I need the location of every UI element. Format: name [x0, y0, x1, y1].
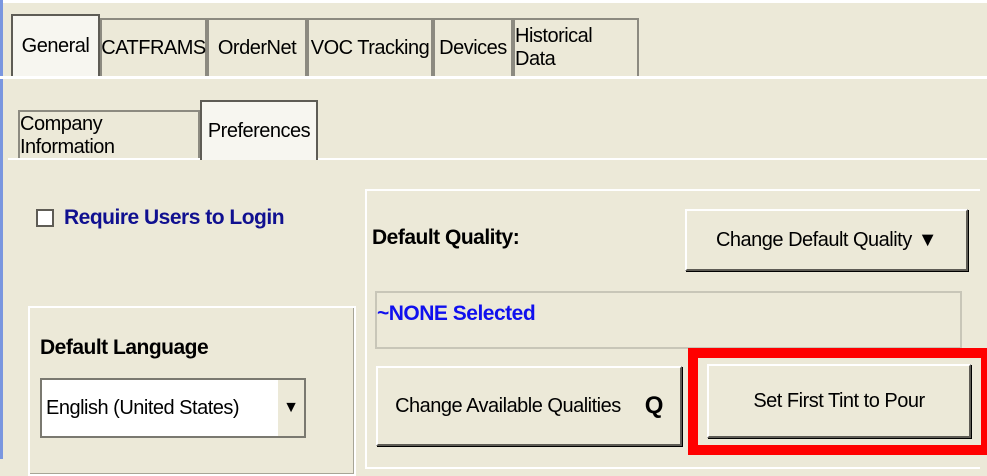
set-first-tint-label: Set First Tint to Pour	[753, 389, 925, 412]
dropdown-arrow-icon[interactable]: ▼	[276, 380, 304, 436]
tab-catframs[interactable]: CATFRAMS	[100, 18, 207, 76]
tab-historical-data[interactable]: Historical Data	[513, 18, 639, 76]
require-login-label[interactable]: Require Users to Login	[64, 206, 285, 230]
default-language-select[interactable]: English (United States) ▼	[40, 378, 306, 438]
window-top-edge	[0, 0, 987, 3]
default-language-label: Default Language	[40, 336, 209, 359]
require-login-row: Require Users to Login	[36, 206, 285, 230]
require-login-checkbox[interactable]	[36, 209, 54, 227]
default-language-value: English (United States)	[46, 396, 240, 419]
quality-q-icon: Q	[644, 392, 664, 419]
tab-general[interactable]: General	[11, 14, 100, 76]
subtab-company-information[interactable]: Company Information	[18, 110, 200, 160]
change-default-quality-button[interactable]: Change Default Quality ▼	[685, 209, 968, 271]
tab-devices[interactable]: Devices	[433, 18, 513, 76]
selected-quality-text: ~NONE Selected	[377, 302, 536, 325]
change-default-quality-label: Change Default Quality	[715, 228, 912, 251]
tab-ordernet[interactable]: OrderNet	[207, 18, 307, 76]
subtab-preferences[interactable]: Preferences	[200, 100, 318, 160]
window-left-edge	[0, 0, 3, 459]
subtab-panel-top-edge	[8, 158, 987, 160]
dropdown-triangle-icon: ▼	[917, 228, 938, 251]
default-quality-label: Default Quality:	[372, 226, 520, 249]
tab-voc-tracking[interactable]: VOC Tracking	[307, 18, 433, 76]
set-first-tint-button[interactable]: Set First Tint to Pour	[707, 364, 971, 438]
change-available-qualities-label: Change Available Qualities	[395, 394, 621, 417]
tab-panel-top-edge	[0, 76, 987, 79]
change-available-qualities-button[interactable]: Change Available Qualities Q	[376, 366, 682, 446]
